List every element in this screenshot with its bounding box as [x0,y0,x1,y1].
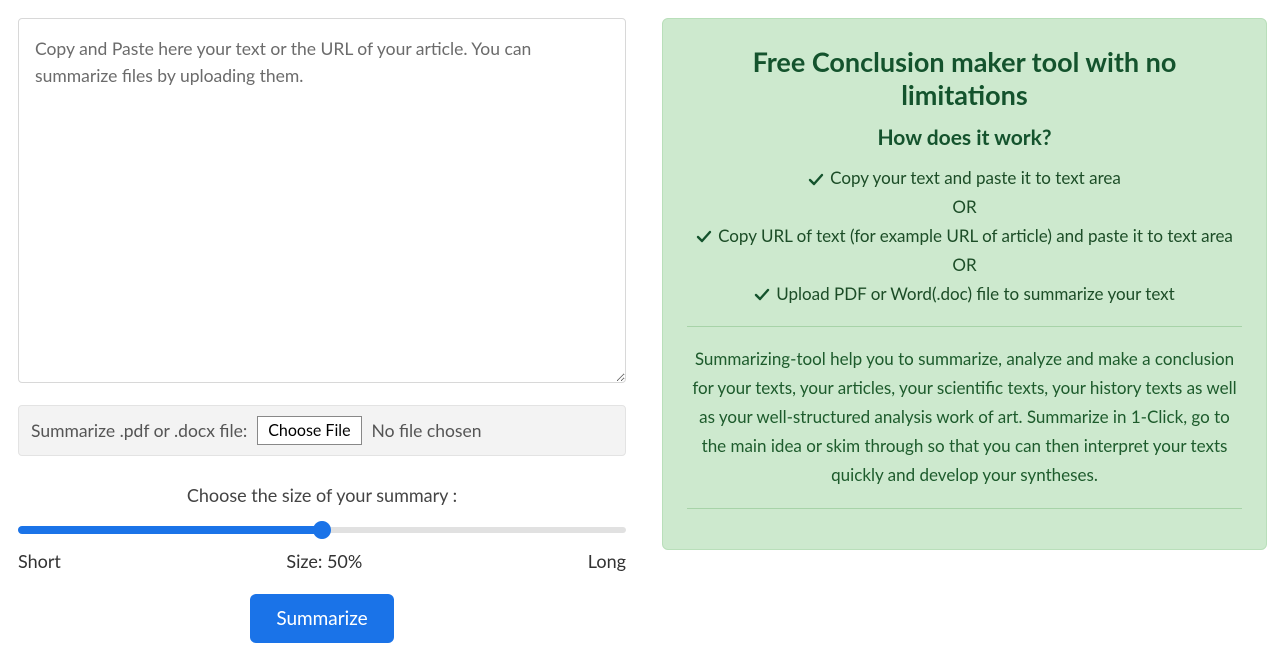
slider-short-label: Short [18,550,61,572]
info-body: Summarizing-tool help you to summarize, … [687,345,1242,489]
step-2: Copy URL of text (for example URL of art… [718,225,1233,246]
or-2: OR [687,251,1242,280]
or-1: OR [687,193,1242,222]
size-title: Choose the size of your summary : [18,484,626,506]
info-title: Free Conclusion maker tool with no limit… [687,45,1242,111]
size-slider[interactable] [18,522,626,538]
file-upload-label: Summarize .pdf or .docx file: [31,420,247,441]
divider [687,326,1242,327]
choose-file-button[interactable]: Choose File [257,416,361,445]
step-1: Copy your text and paste it to text area [830,167,1121,188]
text-input[interactable] [18,18,626,383]
slider-long-label: Long [588,550,626,572]
summarize-button[interactable]: Summarize [250,594,393,643]
slider-size-label: Size: 50% [61,550,588,572]
slider-fill [18,526,322,534]
check-icon [696,229,712,245]
info-subtitle: How does it work? [687,125,1242,150]
check-icon [808,172,824,188]
left-panel: Summarize .pdf or .docx file: Choose Fil… [18,18,626,643]
info-steps: Copy your text and paste it to text area… [687,164,1242,308]
slider-thumb[interactable] [313,521,331,539]
step-3: Upload PDF or Word(.doc) file to summari… [776,283,1175,304]
check-icon [754,287,770,303]
info-card: Free Conclusion maker tool with no limit… [662,18,1267,550]
file-upload-bar: Summarize .pdf or .docx file: Choose Fil… [18,405,626,456]
divider [687,508,1242,509]
file-status: No file chosen [372,420,482,441]
